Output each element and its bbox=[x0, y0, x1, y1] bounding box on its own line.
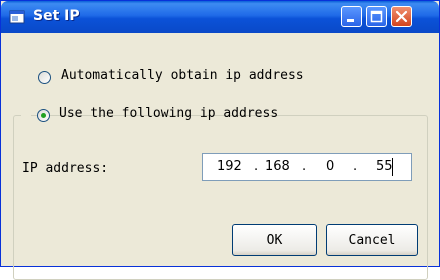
ip-octet-2[interactable]: 168 bbox=[265, 159, 290, 174]
ip-separator: . bbox=[302, 159, 307, 174]
ip-address-label: IP address: bbox=[22, 161, 109, 176]
ip-separator: . bbox=[353, 159, 358, 174]
close-icon bbox=[395, 10, 408, 23]
manual-ip-legend: Use the following ip address bbox=[21, 104, 278, 126]
ok-button-label: OK bbox=[266, 232, 283, 248]
cancel-button[interactable]: Cancel bbox=[326, 224, 418, 256]
ip-octet-1[interactable]: 192 bbox=[217, 159, 242, 174]
window-title: Set IP bbox=[33, 8, 80, 24]
ip-octet-3[interactable]: 0 bbox=[326, 159, 334, 174]
auto-ip-radio[interactable] bbox=[38, 71, 51, 84]
text-caret bbox=[392, 158, 393, 176]
manual-ip-label[interactable]: Use the following ip address bbox=[59, 106, 278, 121]
title-bar[interactable]: Set IP bbox=[1, 1, 439, 33]
close-button[interactable] bbox=[391, 6, 412, 27]
maximize-button[interactable] bbox=[366, 6, 387, 27]
radio-selected-dot bbox=[41, 113, 46, 118]
minimize-icon bbox=[347, 19, 354, 22]
set-ip-dialog: Set IP Automatically obtain ip address U… bbox=[0, 0, 440, 280]
app-window-icon bbox=[9, 9, 25, 25]
ip-octet-4[interactable]: 55 bbox=[376, 159, 393, 174]
maximize-icon bbox=[370, 10, 383, 23]
manual-ip-radio[interactable] bbox=[37, 109, 50, 122]
minimize-button[interactable] bbox=[341, 6, 362, 27]
cancel-button-label: Cancel bbox=[348, 232, 396, 248]
ok-button[interactable]: OK bbox=[232, 224, 317, 256]
ip-address-field[interactable]: 192 . 168 . 0 . 55 bbox=[202, 153, 412, 181]
ip-separator: . bbox=[254, 159, 259, 174]
auto-ip-label[interactable]: Automatically obtain ip address bbox=[61, 68, 304, 83]
